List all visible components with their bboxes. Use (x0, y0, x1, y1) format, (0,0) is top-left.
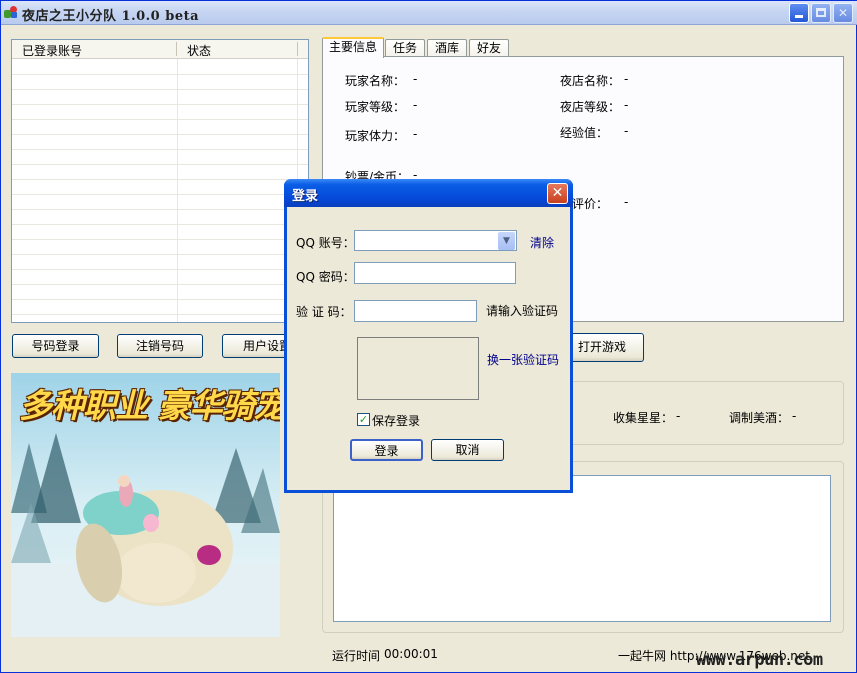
refresh-captcha-link[interactable]: 换一张验证码 (487, 351, 559, 368)
list-row[interactable] (12, 255, 308, 270)
maximize-icon (816, 8, 826, 17)
chevron-down-icon[interactable]: ▼ (498, 232, 515, 250)
login-dialog: 登录 ✕ QQ 账号： ▼ 清除 QQ 密码： 验 证 码： 请输入验证码 换一… (284, 179, 573, 493)
captcha-field[interactable] (354, 300, 477, 322)
club-name-value: - (624, 72, 629, 86)
save-login-label[interactable]: 保存登录 (372, 412, 420, 429)
minimize-icon (795, 15, 803, 18)
watermark: www.arpun.com (696, 650, 823, 670)
player-stamina-value: - (413, 127, 418, 141)
club-level-label: 夜店等级： (560, 100, 621, 114)
player-name-label: 玩家名称： (345, 74, 406, 88)
experience-value: - (624, 124, 629, 138)
close-icon: ✕ (837, 6, 849, 20)
qq-account-combobox[interactable]: ▼ (354, 230, 517, 251)
list-row[interactable] (12, 120, 308, 135)
tab-friends[interactable]: 好友 (469, 39, 509, 57)
login-account-button[interactable]: 号码登录 (12, 334, 99, 358)
daily-rating-value: - (624, 195, 629, 209)
runtime-label: 运行时间 (332, 649, 381, 663)
login-dialog-title: 登录 (292, 189, 319, 204)
list-row[interactable] (12, 180, 308, 195)
tab-main-info[interactable]: 主要信息 (322, 37, 384, 58)
collected-stars-label: 收集星星： (613, 411, 674, 425)
title-bar[interactable]: 夜店之王小分队 1.0.0 beta ✕ (1, 1, 857, 25)
clear-link[interactable]: 清除 (530, 234, 554, 251)
window-title: 夜店之王小分队 1.0.0 beta (22, 9, 200, 24)
runtime-value: 00:00:01 (384, 647, 438, 661)
qq-password-label: QQ 密码： (296, 270, 355, 284)
player-level-label: 玩家等级： (345, 100, 406, 114)
log-textarea[interactable] (333, 475, 831, 622)
list-row[interactable] (12, 60, 308, 75)
column-header-account[interactable]: 已登录账号 (22, 42, 82, 59)
list-row[interactable] (12, 90, 308, 105)
mixed-drinks-value: - (792, 409, 797, 423)
collected-stars-value: - (676, 409, 681, 423)
column-divider[interactable] (176, 42, 177, 56)
accounts-list[interactable]: 已登录账号 状态 (11, 39, 309, 323)
tab-tasks[interactable]: 任务 (385, 39, 425, 57)
list-row[interactable] (12, 300, 308, 315)
login-dialog-close-button[interactable]: ✕ (547, 183, 568, 204)
list-row[interactable] (12, 285, 308, 300)
player-level-value: - (413, 98, 418, 112)
list-row[interactable] (12, 165, 308, 180)
list-row[interactable] (12, 75, 308, 90)
list-row[interactable] (12, 135, 308, 150)
accounts-list-header: 已登录账号 状态 (12, 40, 308, 59)
experience-label: 经验值： (560, 126, 609, 140)
player-stamina-label: 玩家体力： (345, 129, 406, 143)
captcha-hint: 请输入验证码 (486, 304, 559, 318)
club-name-label: 夜店名称： (560, 74, 621, 88)
player-name-value: - (413, 72, 418, 86)
qq-password-field[interactable] (354, 262, 516, 284)
main-window: 夜店之王小分队 1.0.0 beta ✕ 已登录账号 状态 号码登录 注销号码 … (0, 0, 857, 673)
app-icon (4, 5, 18, 19)
captcha-label: 验 证 码： (296, 305, 352, 319)
list-row[interactable] (12, 270, 308, 285)
mixed-drinks-label: 调制美酒： (729, 411, 790, 425)
list-row[interactable] (12, 195, 308, 210)
login-dialog-title-bar[interactable]: 登录 ✕ (284, 179, 573, 207)
list-row[interactable] (12, 210, 308, 225)
checkmark-icon: ✓ (358, 413, 369, 426)
close-icon: ✕ (551, 185, 564, 201)
close-button[interactable]: ✕ (833, 3, 853, 23)
tab-wine-cellar[interactable]: 酒库 (427, 39, 467, 57)
column-divider[interactable] (297, 42, 298, 56)
minimize-button[interactable] (789, 3, 809, 23)
column-header-status[interactable]: 状态 (187, 42, 211, 59)
list-row[interactable] (12, 105, 308, 120)
logout-account-button[interactable]: 注销号码 (117, 334, 203, 358)
list-row[interactable] (12, 150, 308, 165)
club-level-value: - (624, 98, 629, 112)
list-row[interactable] (12, 240, 308, 255)
cancel-button[interactable]: 取消 (431, 439, 504, 461)
list-row[interactable] (12, 225, 308, 240)
banner-slogan: 多种职业 豪华骑宠 (19, 386, 280, 425)
qq-account-label: QQ 账号： (296, 236, 355, 250)
game-banner-image: 多种职业 豪华骑宠 (11, 373, 280, 637)
captcha-image[interactable] (357, 337, 479, 400)
maximize-button[interactable] (811, 3, 831, 23)
save-login-checkbox[interactable]: ✓ (357, 413, 370, 426)
login-button[interactable]: 登录 (350, 439, 423, 461)
